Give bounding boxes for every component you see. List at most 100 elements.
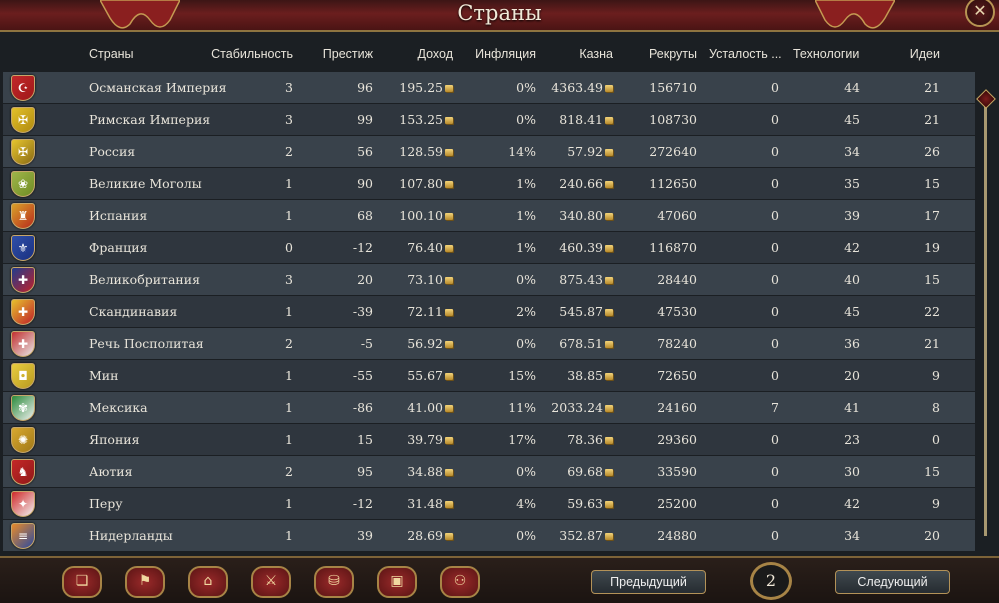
gold-coin-icon: [445, 405, 453, 412]
country-name[interactable]: Великобритания: [89, 272, 200, 287]
ideas-cell: 15: [873, 272, 940, 287]
income-cell: 195.25: [383, 80, 453, 95]
page-number: 2: [750, 562, 792, 600]
technology-cell: 20: [788, 368, 860, 383]
manpower-cell-value: 47060: [657, 208, 697, 223]
inflation-cell: 4%: [473, 496, 536, 511]
elephant-icon[interactable]: ♞: [11, 459, 35, 485]
military-button[interactable]: ⚔: [251, 566, 291, 598]
treasury-cell-value: 460.39: [559, 240, 603, 255]
country-name[interactable]: Россия: [89, 144, 135, 159]
inflation-cell: 17%: [473, 432, 536, 447]
country-name[interactable]: Франция: [89, 240, 147, 255]
war-exhaustion-cell: 0: [703, 528, 779, 543]
country-name[interactable]: Испания: [89, 208, 147, 223]
mexico-icon[interactable]: ✾: [11, 395, 35, 421]
economy-button[interactable]: ⛁: [314, 566, 354, 598]
trade-button[interactable]: ▣: [377, 566, 417, 598]
table-row[interactable]: ✚ Речь Посполитая 2 -5 56.92 0% 678.51 78240 0 36…: [3, 328, 975, 359]
table-row[interactable]: ✠ Россия 2 56 128.59 14% 57.92 272640 0 34 26: [3, 136, 975, 167]
country-name[interactable]: Перу: [89, 496, 123, 511]
title-bar: Страны: [0, 0, 999, 32]
castle-icon[interactable]: ♜: [11, 203, 35, 229]
country-name[interactable]: Мин: [89, 368, 118, 383]
chrysanthemum-icon[interactable]: ✺: [11, 427, 35, 453]
gold-coin-icon: [605, 341, 613, 348]
technology-cell-value: 35: [844, 176, 860, 191]
diplomacy-button[interactable]: ⚇: [440, 566, 480, 598]
fleur-de-lis-icon[interactable]: ⚜: [11, 235, 35, 261]
stability-cell-value: 1: [285, 368, 293, 383]
header-inflation[interactable]: Инфляция: [473, 47, 536, 61]
header-income[interactable]: Доход: [383, 47, 454, 61]
header-treasury[interactable]: Казна: [543, 47, 613, 61]
close-icon: ✕: [973, 1, 987, 20]
stability-cell-value: 2: [285, 144, 293, 159]
prestige-cell: 99: [293, 112, 373, 127]
flag-button[interactable]: ⚑: [125, 566, 165, 598]
header-country[interactable]: Страны: [89, 47, 134, 61]
header-ideas[interactable]: Идеи: [873, 47, 940, 61]
ming-icon[interactable]: ◘: [11, 363, 35, 389]
crescent-icon[interactable]: ☪: [11, 75, 35, 101]
scroll-thumb[interactable]: [976, 89, 996, 109]
dutch-flag-icon[interactable]: ≡: [11, 523, 35, 549]
country-name[interactable]: Скандинавия: [89, 304, 177, 319]
header-stability[interactable]: Стабильность: [203, 47, 293, 61]
table-row[interactable]: ✚ Великобритания 3 20 73.10 0% 875.43 28440 0 40 1…: [3, 264, 975, 295]
next-page-button[interactable]: Следующий: [835, 570, 950, 594]
peru-icon[interactable]: ✦: [11, 491, 35, 517]
inflation-cell: 0%: [473, 336, 536, 351]
table-row[interactable]: ✾ Мексика 1 -86 41.00 11% 2033.24 24160 7 41 8: [3, 392, 975, 423]
nordic-cross-icon[interactable]: ✚: [11, 299, 35, 325]
buildings-button[interactable]: ⌂: [188, 566, 228, 598]
country-name[interactable]: Нидерланды: [89, 528, 173, 543]
table-row[interactable]: ◘ Мин 1 -55 55.67 15% 38.85 72650 0 20 9: [3, 360, 975, 391]
eagle-icon[interactable]: ✠: [11, 107, 35, 133]
gold-coin-icon: [445, 213, 453, 220]
manpower-cell-value: 72650: [657, 368, 697, 383]
header-manpower[interactable]: Рекруты: [623, 47, 697, 61]
country-name[interactable]: Великие Моголы: [89, 176, 202, 191]
table-row[interactable]: ✚ Скандинавия 1 -39 72.11 2% 545.87 47530 0 45 22: [3, 296, 975, 327]
country-name[interactable]: Речь Посполитая: [89, 336, 204, 351]
previous-page-button[interactable]: Предыдущий: [591, 570, 706, 594]
country-name[interactable]: Римская Империя: [89, 112, 210, 127]
mughal-icon[interactable]: ❀: [11, 171, 35, 197]
country-name[interactable]: Аютия: [89, 464, 132, 479]
table-row[interactable]: ✺ Япония 1 15 39.79 17% 78.36 29360 0 23 0: [3, 424, 975, 455]
prestige-cell: 39: [293, 528, 373, 543]
table-row[interactable]: ☪ Османская Империя 3 96 195.25 0% 4363.49 1567…: [3, 72, 975, 103]
inflation-cell-value: 15%: [508, 368, 536, 383]
country-name[interactable]: Мексика: [89, 400, 148, 415]
technology-cell: 42: [788, 496, 860, 511]
ledger-button[interactable]: ❏: [62, 566, 102, 598]
war-exhaustion-cell: 0: [703, 144, 779, 159]
war-exhaustion-cell-value: 0: [771, 144, 779, 159]
manpower-cell: 25200: [623, 496, 697, 511]
table-row[interactable]: ✠ Римская Империя 3 99 153.25 0% 818.41 108730 0…: [3, 104, 975, 135]
stability-cell: 1: [203, 432, 293, 447]
table-row[interactable]: ❀ Великие Моголы 1 90 107.80 1% 240.66 112650 0 3…: [3, 168, 975, 199]
prestige-cell-value: 15: [357, 432, 373, 447]
ideas-cell-value: 19: [924, 240, 940, 255]
country-name[interactable]: Япония: [89, 432, 140, 447]
header-prestige[interactable]: Престиж: [293, 47, 373, 61]
commonwealth-icon[interactable]: ✚: [11, 331, 35, 357]
table-row[interactable]: ✦ Перу 1 -12 31.48 4% 59.63 25200 0 42 9: [3, 488, 975, 519]
header-war-exhaustion[interactable]: Усталость ...: [709, 47, 782, 61]
union-jack-icon[interactable]: ✚: [11, 267, 35, 293]
stability-cell-value: 1: [285, 176, 293, 191]
scrollbar[interactable]: [976, 89, 996, 538]
manpower-cell-value: 112650: [649, 176, 697, 191]
scroll-icon: ❏: [75, 573, 89, 589]
eagle-icon[interactable]: ✠: [11, 139, 35, 165]
table-row[interactable]: ♞ Аютия 2 95 34.88 0% 69.68 33590 0 30 15: [3, 456, 975, 487]
prestige-cell: 20: [293, 272, 373, 287]
header-technology[interactable]: Технологии: [793, 47, 859, 61]
treasury-cell-value: 38.85: [567, 368, 603, 383]
income-cell: 31.48: [383, 496, 453, 511]
table-row[interactable]: ♜ Испания 1 68 100.10 1% 340.80 47060 0 39 17: [3, 200, 975, 231]
table-row[interactable]: ⚜ Франция 0 -12 76.40 1% 460.39 116870 0 42 19: [3, 232, 975, 263]
table-row[interactable]: ≡ Нидерланды 1 39 28.69 0% 352.87 24880 0 34 20: [3, 520, 975, 551]
